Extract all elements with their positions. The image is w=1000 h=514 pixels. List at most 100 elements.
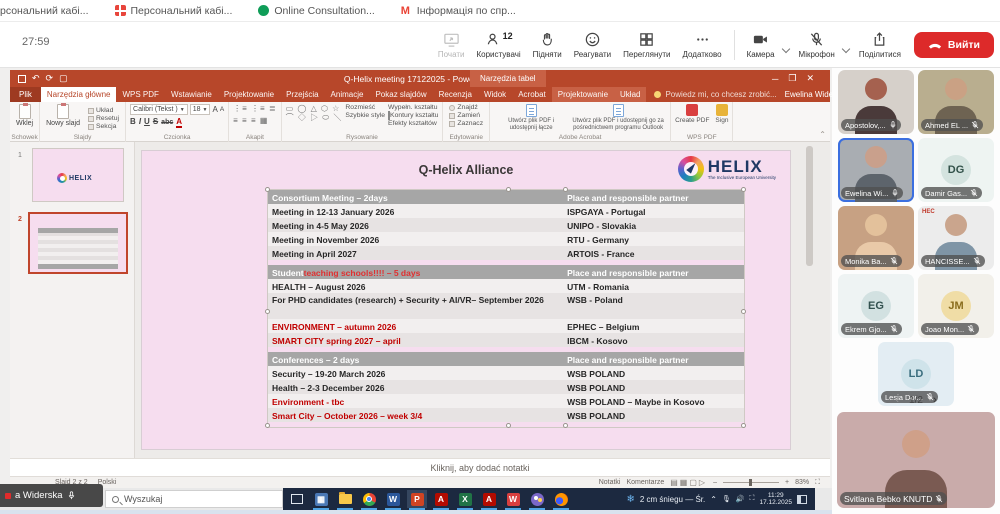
format-abc-button[interactable]: abc <box>161 119 173 126</box>
raise-hand-button[interactable]: Підняти <box>528 29 567 61</box>
font-size-select[interactable]: 18▼ <box>190 104 211 115</box>
tab-wstawianie[interactable]: Wstawianie <box>165 87 218 102</box>
shape-effects-button[interactable]: Efekty kształtów <box>388 120 438 127</box>
format-u-button[interactable]: U <box>144 117 150 126</box>
table-row[interactable]: ENVIRONMENT – autumn 2026EPHEC – Belgium <box>268 319 744 333</box>
participant-tile[interactable]: Apostolov,... <box>838 70 914 134</box>
meeting-schedule-table[interactable]: Consortium Meeting – 2daysPlace and resp… <box>267 189 745 428</box>
taskbar-app-excel[interactable]: X <box>455 490 475 508</box>
shapes-gallery-row2[interactable]: ⌒ ◇ ▷ ⬭ ＼ <box>286 113 343 122</box>
zoom-in-button[interactable]: + <box>785 479 789 486</box>
tab-widok[interactable]: Widok <box>478 87 512 102</box>
selection-handle[interactable] <box>265 309 270 314</box>
participant-tile[interactable]: EGEkrem Gjo... <box>838 274 914 338</box>
bookmark-item[interactable]: Персональний кабі... <box>115 5 233 17</box>
taskbar-app-acrobat[interactable]: A <box>431 490 451 508</box>
taskbar-search[interactable]: Wyszukaj <box>105 490 283 508</box>
zoom-out-button[interactable]: – <box>713 479 717 486</box>
selection-handle[interactable] <box>563 423 568 428</box>
table-row[interactable]: Environment - tbcWSB POLAND – Maybe in K… <box>268 394 744 408</box>
selection-handle[interactable] <box>506 423 511 428</box>
bookmark-item[interactable]: рсональний кабі... <box>0 5 89 17</box>
table-row[interactable]: SMART CITY spring 2027 – aprilIBCM - Kos… <box>268 333 744 347</box>
shape-outline-button[interactable]: Kontury kształtu <box>388 112 438 119</box>
arrange-button[interactable]: Rozmieść <box>345 104 385 111</box>
tab-file[interactable]: Plik <box>10 87 41 102</box>
participant-tile[interactable]: Monika Ba... <box>838 206 914 270</box>
tab-recenzja[interactable]: Recenzja <box>433 87 478 102</box>
list-icons[interactable]: ⋮≡ ⋮≡ ≣ <box>233 104 276 113</box>
taskbar-clock[interactable]: 11:29 17.12.2025 <box>759 492 792 506</box>
contextual-tab-projektowanie[interactable]: Projektowanie <box>552 87 614 102</box>
close-button[interactable]: ✕ <box>806 73 814 84</box>
bookmark-item[interactable]: Інформація по спр... <box>401 5 516 17</box>
react-button[interactable]: Реагувати <box>569 29 616 61</box>
taskbar-app-file-explorer[interactable] <box>335 490 355 508</box>
tray-mic-icon[interactable]: 🎙 <box>722 495 731 503</box>
shapes-gallery[interactable]: ▭ ◯ △ ⬡ ☆ <box>286 104 343 113</box>
tab-animacje[interactable]: Animacje <box>325 87 370 102</box>
format-i-button[interactable]: I <box>139 117 141 126</box>
restore-button[interactable]: ❒ <box>788 73 796 84</box>
view-mode-icons[interactable]: ▤▦▢▷ <box>670 478 707 487</box>
bookmark-item[interactable]: Online Consultation... <box>258 5 374 17</box>
section-button[interactable]: Sekcja <box>88 123 119 130</box>
table-row[interactable]: Security – 19-20 March 2026WSB POLAND <box>268 366 744 380</box>
replace-button[interactable]: Zamień <box>449 112 483 119</box>
tell-me-box[interactable]: Powiedz mi, co chcesz zrobić... <box>646 87 784 102</box>
notification-center-icon[interactable] <box>797 495 807 504</box>
table-row[interactable]: Meeting in 4-5 May 2026UNIPO - Slovakia <box>268 218 744 232</box>
pager-prev-icon[interactable]: ‹ <box>895 394 899 406</box>
table-row[interactable]: Meeting in 12-13 January 2026ISPGAYA - P… <box>268 204 744 218</box>
font-color-button[interactable]: A <box>176 117 182 128</box>
select-button[interactable]: Zaznacz <box>449 120 483 127</box>
tab-projektowanie[interactable]: Projektowanie <box>218 87 280 102</box>
comments-toggle[interactable]: Komentarze <box>627 479 665 486</box>
collapse-ribbon-icon[interactable]: ⌃ <box>819 130 826 139</box>
taskbar-app-powerpoint[interactable]: P <box>407 490 427 508</box>
create-pdf-link-button[interactable]: Utwórz plik PDF i udostępnij łącze <box>494 104 568 133</box>
tray-chevron-icon[interactable]: ⌃ <box>710 495 717 504</box>
paste-button[interactable]: Wklej <box>14 104 35 133</box>
contextual-tab-uk-ad[interactable]: Układ <box>614 87 646 102</box>
participant-tile[interactable]: JMJoao Mon... <box>918 274 994 338</box>
mic-button[interactable]: Мікрофон <box>794 29 840 61</box>
taskbar-app-teams[interactable] <box>527 490 547 508</box>
selection-handle[interactable] <box>741 423 746 428</box>
taskbar-app-chrome[interactable] <box>359 490 379 508</box>
mic-chevron-icon[interactable] <box>842 45 850 53</box>
participant-tile[interactable]: Ahmed EL ... <box>918 70 994 134</box>
format-b-button[interactable]: B <box>130 117 136 126</box>
table-row[interactable]: For PHD candidates (research) + Security… <box>268 293 744 319</box>
camera-button[interactable]: Камера <box>742 29 780 61</box>
vertical-scrollbar[interactable] <box>806 146 813 266</box>
tab-acrobat[interactable]: Acrobat <box>512 87 552 102</box>
slide-canvas[interactable]: Q-Helix Alliance HELIX The Inclusive Eur… <box>141 150 791 450</box>
new-slide-button[interactable]: Nowy slajd <box>44 104 82 133</box>
selection-handle[interactable] <box>741 309 746 314</box>
selection-handle[interactable] <box>265 187 270 192</box>
weather-text[interactable]: 2 cm śniegu — Śr. <box>640 495 705 504</box>
zoom-slider-thumb[interactable] <box>749 479 752 486</box>
share-button[interactable]: Поділитися <box>854 29 906 61</box>
tray-speaker-icon[interactable]: 🔊 <box>736 495 745 503</box>
tab-przej-cia[interactable]: Przejścia <box>280 87 324 102</box>
minimize-button[interactable]: ─ <box>772 74 778 84</box>
selection-handle[interactable] <box>741 187 746 192</box>
slide-thumbnail-2[interactable] <box>28 212 128 274</box>
participant-tile[interactable]: HECHANCISSE... <box>918 206 994 270</box>
taskbar-app-calculator[interactable]: ▦ <box>311 490 331 508</box>
find-button[interactable]: Znajdź <box>449 104 483 111</box>
align-icons[interactable]: ≡ ≡ ≡ ▦ <box>233 116 276 125</box>
participant-tile[interactable]: DGDamir Gas... <box>918 138 994 202</box>
slide-thumbnail-1[interactable]: HELIX <box>32 148 124 202</box>
table-row[interactable]: Meeting in April 2027ARTOIS - France <box>268 246 744 260</box>
font-name-select[interactable]: Calibri (Tekst )▼ <box>130 104 188 115</box>
taskbar-app-word[interactable]: W <box>383 490 403 508</box>
shape-fill-button[interactable]: Wypełn. kształtu <box>388 104 438 111</box>
zoom-percentage[interactable]: 83% <box>795 479 809 486</box>
tab-narz-dzia-g-wne[interactable]: Narzędzia główne <box>41 87 117 102</box>
zoom-slider[interactable] <box>723 482 779 483</box>
table-row[interactable]: HEALTH – August 2026UTM - Romania <box>268 279 744 293</box>
participant-tile-large[interactable]: Svitlana Bebko KNUTD <box>837 412 995 508</box>
